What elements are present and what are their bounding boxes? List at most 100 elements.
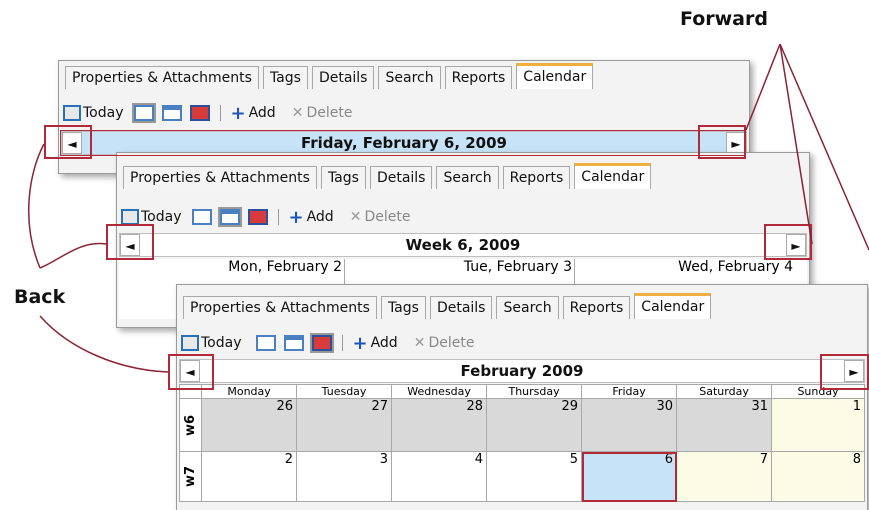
date-navigation-bar: Week 6, 2009 ◄ ► bbox=[119, 233, 807, 257]
week-row: w6 26 27 28 29 30 31 1 bbox=[178, 398, 865, 452]
tab-tags[interactable]: Tags bbox=[320, 166, 366, 189]
month-view-icon[interactable] bbox=[189, 105, 210, 121]
calendar-panel-month: Properties & Attachments Tags Details Se… bbox=[176, 284, 868, 510]
highlight-forward-week bbox=[764, 224, 812, 260]
day-view-icon[interactable] bbox=[131, 103, 156, 123]
delete-icon: ✕ bbox=[349, 209, 362, 225]
day-number: 3 bbox=[379, 452, 389, 467]
day-view-icon[interactable] bbox=[191, 209, 212, 225]
day-number: 29 bbox=[561, 399, 579, 414]
day-cell[interactable]: 2 bbox=[201, 451, 298, 502]
weekday-header: Wednesday bbox=[391, 384, 488, 399]
toolbar-separator bbox=[341, 335, 343, 351]
tab-tags[interactable]: Tags bbox=[380, 296, 426, 319]
tab-reports[interactable]: Reports bbox=[562, 296, 631, 319]
week-number: w6 bbox=[178, 398, 203, 452]
day-cell[interactable]: 30 bbox=[581, 398, 678, 452]
day-number: 7 bbox=[759, 452, 769, 467]
calendar-toolbar: Today + Add ✕ Delete bbox=[63, 101, 352, 125]
day-cell[interactable]: 4 bbox=[391, 451, 488, 502]
add-button[interactable]: Add bbox=[307, 209, 334, 225]
month-view-icon[interactable] bbox=[309, 333, 334, 353]
tab-details[interactable]: Details bbox=[369, 166, 433, 189]
weekday-header: Saturday bbox=[676, 384, 773, 399]
day-number: 4 bbox=[474, 452, 484, 467]
day-cell[interactable]: 3 bbox=[296, 451, 393, 502]
day-number: 30 bbox=[656, 399, 674, 414]
tab-bar: Properties & Attachments Tags Details Se… bbox=[65, 61, 597, 89]
weekday-header: Friday bbox=[581, 384, 678, 399]
calendar-toolbar: Today + Add ✕ Delete bbox=[181, 331, 474, 355]
delete-icon: ✕ bbox=[291, 105, 304, 121]
add-icon[interactable]: + bbox=[353, 333, 368, 354]
tab-calendar[interactable]: Calendar bbox=[516, 63, 594, 89]
highlight-back-month bbox=[168, 354, 214, 390]
tab-calendar[interactable]: Calendar bbox=[574, 163, 652, 189]
current-week-title: Week 6, 2009 bbox=[405, 236, 521, 254]
week-view-icon[interactable] bbox=[161, 105, 182, 121]
tab-properties-attachments[interactable]: Properties & Attachments bbox=[65, 66, 259, 89]
month-view-icon[interactable] bbox=[247, 209, 268, 225]
day-number: 2 bbox=[284, 452, 294, 467]
back-callout-line bbox=[27, 143, 45, 269]
day-cell[interactable]: 28 bbox=[391, 398, 488, 452]
week-row: w7 2 3 4 5 6 7 8 bbox=[178, 451, 865, 502]
tab-properties-attachments[interactable]: Properties & Attachments bbox=[183, 296, 377, 319]
tab-search[interactable]: Search bbox=[378, 66, 441, 89]
forward-callout-line bbox=[745, 43, 781, 131]
day-cell[interactable]: 26 bbox=[201, 398, 298, 452]
day-cell[interactable]: 7 bbox=[676, 451, 773, 502]
delete-button: Delete bbox=[428, 335, 475, 351]
week-view-icon[interactable] bbox=[283, 335, 304, 351]
tab-search[interactable]: Search bbox=[496, 296, 559, 319]
date-navigation-bar: February 2009 ◄ ► bbox=[179, 359, 865, 383]
highlight-navbar-day bbox=[60, 130, 746, 156]
day-number: 1 bbox=[852, 399, 861, 414]
delete-button: Delete bbox=[364, 209, 411, 225]
day-cell[interactable]: 1 bbox=[771, 398, 865, 452]
tab-bar: Properties & Attachments Tags Details Se… bbox=[183, 291, 715, 319]
week-day-header: Wed, February 4 bbox=[678, 259, 793, 275]
day-number: 31 bbox=[751, 399, 769, 414]
highlight-forward-month bbox=[820, 354, 869, 390]
week-number-label: w6 bbox=[183, 414, 199, 436]
toolbar-separator bbox=[219, 105, 221, 121]
delete-button: Delete bbox=[306, 105, 353, 121]
calendar-today-icon[interactable] bbox=[121, 209, 139, 225]
week-day-header: Tue, February 3 bbox=[463, 259, 572, 275]
tab-calendar[interactable]: Calendar bbox=[634, 293, 712, 319]
day-number: 5 bbox=[569, 452, 579, 467]
day-cell-selected[interactable]: 6 bbox=[581, 451, 678, 502]
day-cell[interactable]: 31 bbox=[676, 398, 773, 452]
tab-search[interactable]: Search bbox=[436, 166, 499, 189]
tab-reports[interactable]: Reports bbox=[502, 166, 571, 189]
week-view-icon[interactable] bbox=[217, 207, 242, 227]
today-button[interactable]: Today bbox=[83, 105, 124, 121]
day-cell[interactable]: 27 bbox=[296, 398, 393, 452]
day-number: 8 bbox=[852, 452, 861, 467]
add-icon[interactable]: + bbox=[289, 207, 304, 228]
day-cell[interactable]: 8 bbox=[771, 451, 865, 502]
tab-details[interactable]: Details bbox=[311, 66, 375, 89]
calendar-today-icon[interactable] bbox=[63, 105, 81, 121]
today-button[interactable]: Today bbox=[141, 209, 182, 225]
tab-reports[interactable]: Reports bbox=[444, 66, 513, 89]
tab-details[interactable]: Details bbox=[429, 296, 493, 319]
month-grid: Monday Tuesday Wednesday Thursday Friday… bbox=[178, 384, 865, 502]
day-cell[interactable]: 5 bbox=[486, 451, 583, 502]
week-number: w7 bbox=[178, 451, 203, 502]
delete-icon: ✕ bbox=[413, 335, 426, 351]
week-day-header: Mon, February 2 bbox=[228, 259, 342, 275]
tab-properties-attachments[interactable]: Properties & Attachments bbox=[123, 166, 317, 189]
add-button[interactable]: Add bbox=[371, 335, 398, 351]
day-cell[interactable]: 29 bbox=[486, 398, 583, 452]
calendar-today-icon[interactable] bbox=[181, 335, 199, 351]
add-icon[interactable]: + bbox=[231, 103, 246, 124]
tab-tags[interactable]: Tags bbox=[262, 66, 308, 89]
toolbar-separator bbox=[277, 209, 279, 225]
weekday-header: Monday bbox=[201, 384, 298, 399]
today-button[interactable]: Today bbox=[201, 335, 242, 351]
day-number: 27 bbox=[371, 399, 389, 414]
add-button[interactable]: Add bbox=[249, 105, 276, 121]
day-view-icon[interactable] bbox=[255, 335, 276, 351]
